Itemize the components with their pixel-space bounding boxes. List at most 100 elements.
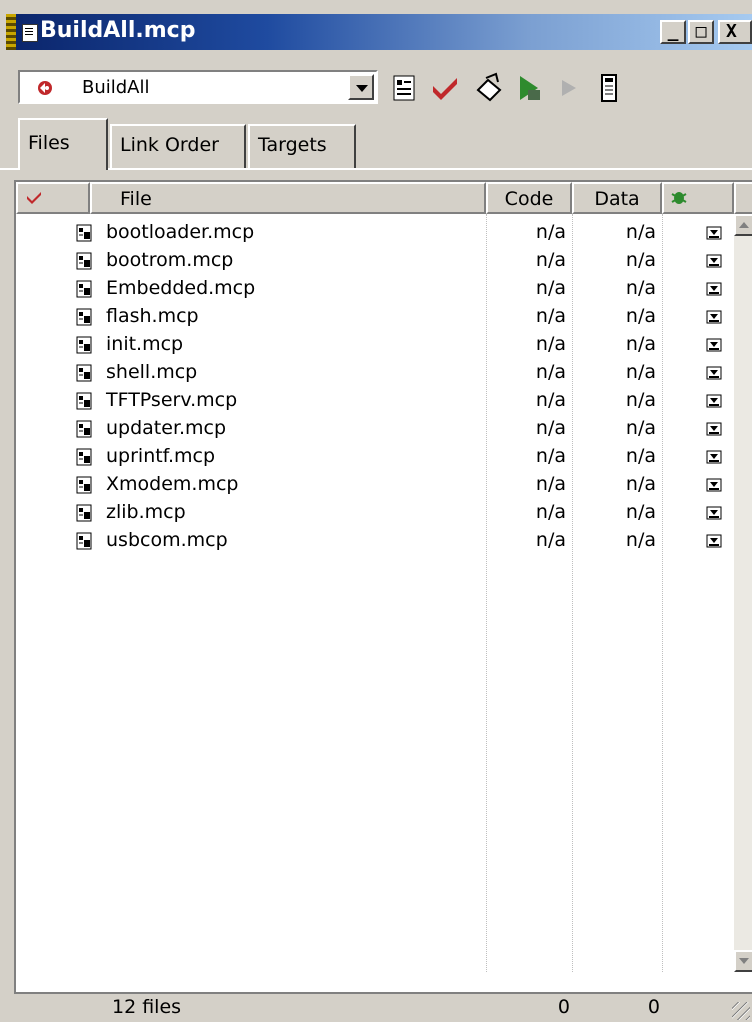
- tab-files[interactable]: Files: [18, 118, 108, 170]
- debug-toggle-icon[interactable]: [706, 506, 722, 520]
- column-header-check[interactable]: [16, 182, 90, 214]
- file-data-size: n/a: [625, 361, 656, 383]
- column-header-options[interactable]: [734, 182, 752, 214]
- project-file-icon: [22, 24, 38, 42]
- project-file-icon: [76, 280, 92, 298]
- file-data-size: n/a: [625, 529, 656, 551]
- table-row[interactable]: bootloader.mcp n/a n/a: [16, 220, 722, 248]
- file-code-size: n/a: [535, 445, 566, 467]
- window-title: BuildAll.mcp: [40, 18, 196, 43]
- resize-grip[interactable]: [732, 1002, 750, 1020]
- project-file-icon: [76, 224, 92, 242]
- column-header-code[interactable]: Code: [486, 182, 572, 214]
- file-data-size: n/a: [625, 417, 656, 439]
- title-bar[interactable]: BuildAll.mcp _ □ X: [6, 14, 752, 50]
- tab-targets-label: Targets: [258, 134, 327, 156]
- file-code-size: n/a: [535, 221, 566, 243]
- target-select[interactable]: BuildAll: [18, 70, 378, 104]
- file-code-size: n/a: [535, 473, 566, 495]
- file-name: bootloader.mcp: [106, 221, 255, 243]
- column-header-debug[interactable]: [662, 182, 734, 214]
- debug-toggle-icon[interactable]: [706, 478, 722, 492]
- file-code-size: n/a: [535, 389, 566, 411]
- make-icon[interactable]: [512, 72, 546, 104]
- project-file-icon: [76, 336, 92, 354]
- file-name: usbcom.mcp: [106, 529, 228, 551]
- vertical-scrollbar[interactable]: [734, 214, 752, 972]
- data-total: 0: [647, 996, 660, 1018]
- maximize-button[interactable]: □: [688, 20, 714, 44]
- file-name: flash.mcp: [106, 305, 199, 327]
- tab-divider: [0, 168, 752, 170]
- table-row[interactable]: init.mcp n/a n/a: [16, 332, 722, 360]
- file-name: Embedded.mcp: [106, 277, 256, 299]
- debug-toggle-icon[interactable]: [706, 310, 722, 324]
- check-icon: [27, 192, 41, 204]
- debug-toggle-icon[interactable]: [706, 282, 722, 296]
- minimize-button[interactable]: _: [660, 20, 686, 44]
- table-row[interactable]: Embedded.mcp n/a n/a: [16, 276, 722, 304]
- bug-icon: [671, 192, 687, 204]
- table-row[interactable]: usbcom.mcp n/a n/a: [16, 528, 722, 556]
- table-row[interactable]: Xmodem.mcp n/a n/a: [16, 472, 722, 500]
- file-code-size: n/a: [535, 501, 566, 523]
- file-data-size: n/a: [625, 249, 656, 271]
- column-header-file[interactable]: File: [90, 182, 486, 214]
- chevron-down-icon[interactable]: [348, 74, 374, 100]
- table-row[interactable]: updater.mcp n/a n/a: [16, 416, 722, 444]
- file-code-size: n/a: [535, 333, 566, 355]
- table-row[interactable]: flash.mcp n/a n/a: [16, 304, 722, 332]
- file-code-size: n/a: [535, 249, 566, 271]
- debug-toggle-icon[interactable]: [706, 422, 722, 436]
- file-name: bootrom.mcp: [106, 249, 234, 271]
- file-data-size: n/a: [625, 389, 656, 411]
- table-row[interactable]: TFTPserv.mcp n/a n/a: [16, 388, 722, 416]
- debug-toggle-icon[interactable]: [706, 254, 722, 268]
- file-data-size: n/a: [625, 305, 656, 327]
- tab-targets[interactable]: Targets: [248, 124, 356, 168]
- file-count: 12 files: [112, 996, 182, 1018]
- table-row[interactable]: zlib.mcp n/a n/a: [16, 500, 722, 528]
- status-bar: 12 files 0 0: [14, 992, 752, 1022]
- code-total: 0: [557, 996, 570, 1018]
- debug-toggle-icon[interactable]: [706, 394, 722, 408]
- table-row[interactable]: uprintf.mcp n/a n/a: [16, 444, 722, 472]
- debug-toggle-icon[interactable]: [706, 366, 722, 380]
- tab-files-label: Files: [28, 132, 70, 154]
- scroll-down-button[interactable]: [734, 950, 752, 972]
- compile-icon[interactable]: [472, 72, 506, 104]
- settings-icon[interactable]: [388, 72, 422, 104]
- close-button[interactable]: X: [718, 20, 752, 44]
- project-file-icon: [76, 504, 92, 522]
- project-file-icon: [76, 532, 92, 550]
- debug-info-icon[interactable]: [592, 72, 626, 104]
- target-label: BuildAll: [82, 77, 150, 98]
- project-file-icon: [76, 392, 92, 410]
- file-name: TFTPserv.mcp: [106, 389, 238, 411]
- table-row[interactable]: bootrom.mcp n/a n/a: [16, 248, 722, 276]
- debug-toggle-icon[interactable]: [706, 534, 722, 548]
- file-data-size: n/a: [625, 333, 656, 355]
- tab-link-order[interactable]: Link Order: [110, 124, 246, 168]
- debug-toggle-icon[interactable]: [706, 450, 722, 464]
- scroll-up-button[interactable]: [734, 214, 752, 236]
- tab-link-order-label: Link Order: [120, 134, 219, 156]
- check-icon[interactable]: [428, 72, 462, 104]
- file-data-size: n/a: [625, 221, 656, 243]
- file-name: zlib.mcp: [106, 501, 186, 523]
- file-name: Xmodem.mcp: [106, 473, 239, 495]
- file-data-size: n/a: [625, 277, 656, 299]
- project-file-icon: [76, 308, 92, 326]
- project-file-icon: [76, 476, 92, 494]
- debug-toggle-icon[interactable]: [706, 338, 722, 352]
- column-header-data[interactable]: Data: [572, 182, 662, 214]
- target-icon: [38, 81, 52, 95]
- file-code-size: n/a: [535, 417, 566, 439]
- table-row[interactable]: shell.mcp n/a n/a: [16, 360, 722, 388]
- project-file-icon: [76, 448, 92, 466]
- debug-toggle-icon[interactable]: [706, 226, 722, 240]
- file-list: File Code Data bootloader.mcp n/a n/a bootr…: [14, 180, 752, 998]
- run-icon[interactable]: [552, 72, 586, 104]
- file-name: updater.mcp: [106, 417, 227, 439]
- file-name: init.mcp: [106, 333, 184, 355]
